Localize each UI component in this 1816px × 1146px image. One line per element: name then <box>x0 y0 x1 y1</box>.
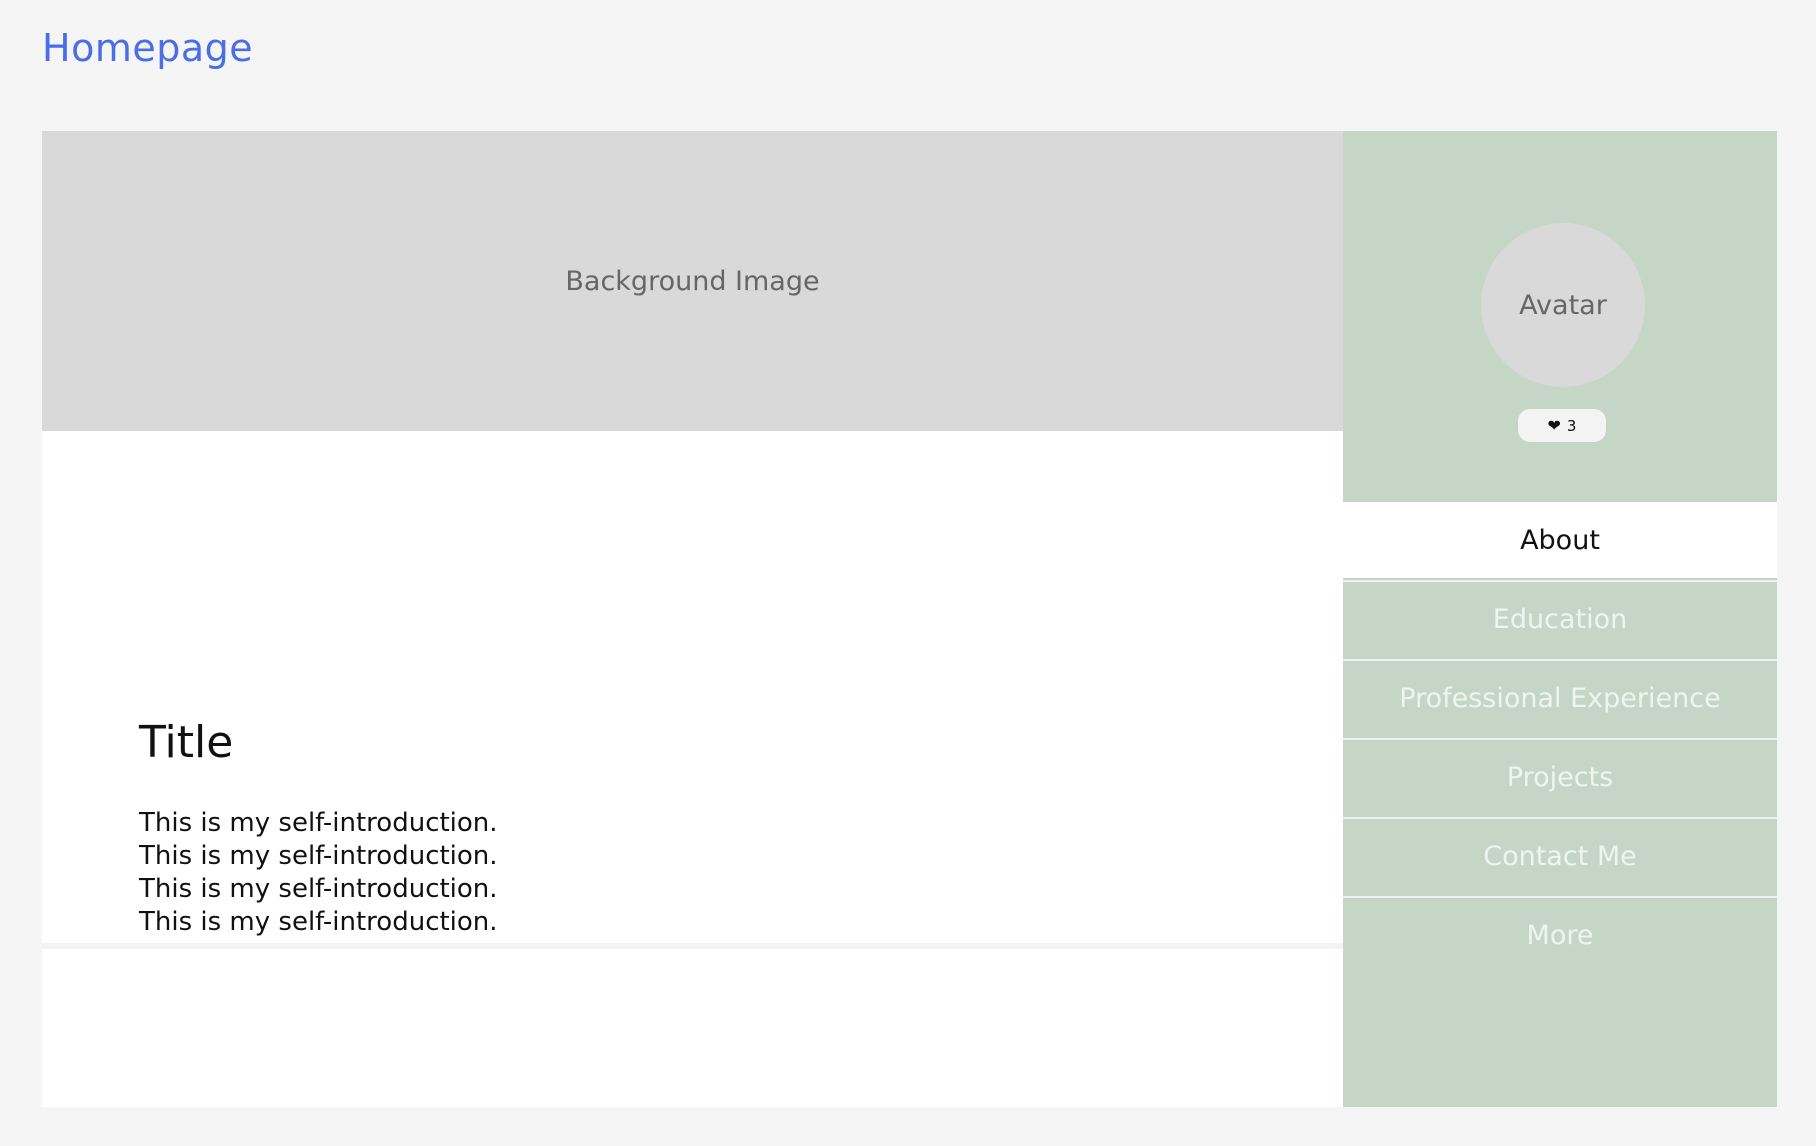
profile-card: Avatar ❤ 3 <box>1343 131 1777 502</box>
intro-line: This is my self-introduction. <box>139 841 498 871</box>
nav-item-more[interactable]: More <box>1343 896 1777 973</box>
nav-item-contact-me[interactable]: Contact Me <box>1343 817 1777 894</box>
nav-item-education[interactable]: Education <box>1343 580 1777 657</box>
main-panel: Background Image Title This is my self-i… <box>42 131 1343 1107</box>
nav-item-about[interactable]: About <box>1343 502 1777 578</box>
section-divider <box>42 943 1343 949</box>
page: Homepage Background Image Title This is … <box>0 0 1816 1146</box>
like-button[interactable]: ❤ 3 <box>1518 409 1606 442</box>
background-image: Background Image <box>42 131 1343 431</box>
nav-item-projects[interactable]: Projects <box>1343 738 1777 815</box>
avatar-label: Avatar <box>1519 289 1607 321</box>
intro-line: This is my self-introduction. <box>139 907 498 937</box>
sidebar-nav: About Education Professional Experience … <box>1343 502 1777 975</box>
intro-line: This is my self-introduction. <box>139 874 498 904</box>
avatar: Avatar <box>1481 223 1645 387</box>
section-title: Title <box>139 717 234 768</box>
nav-item-professional-experience[interactable]: Professional Experience <box>1343 659 1777 736</box>
homepage-link[interactable]: Homepage <box>42 26 253 70</box>
background-image-label: Background Image <box>565 265 820 297</box>
heart-icon: ❤ <box>1547 416 1561 435</box>
about-section: Title This is my self-introduction. This… <box>42 431 1343 1075</box>
profile-frame: Background Image Title This is my self-i… <box>42 131 1777 1107</box>
intro-line: This is my self-introduction. <box>139 808 498 838</box>
self-introduction: This is my self-introduction. This is my… <box>139 807 498 939</box>
like-count: 3 <box>1566 416 1577 435</box>
sidebar: Avatar ❤ 3 About Education Professional … <box>1343 131 1777 1107</box>
